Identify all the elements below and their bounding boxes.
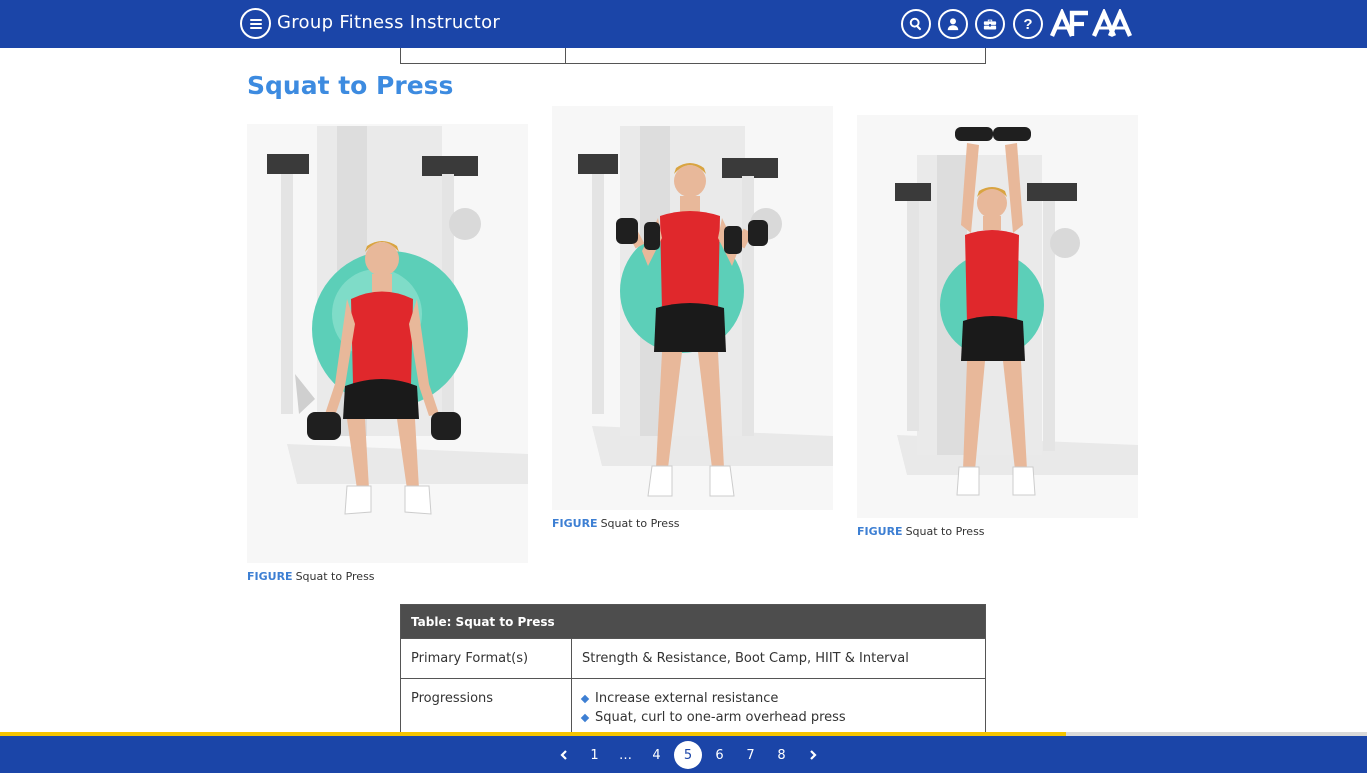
- search-icon[interactable]: [901, 9, 931, 39]
- page-ellipsis: …: [619, 747, 632, 763]
- page-button-4[interactable]: 4: [641, 741, 672, 769]
- exercise-table: Table: Squat to Press Primary Format(s) …: [400, 604, 986, 738]
- list-item: Squat, curl to one-arm overhead press: [580, 710, 975, 725]
- previous-table-fragment: [400, 48, 986, 64]
- pagination: 1 … 4 5 6 7 8: [548, 740, 828, 770]
- toolbox-icon[interactable]: [975, 9, 1005, 39]
- table-row: Primary Format(s) Strength & Resistance,…: [401, 638, 985, 678]
- pagination-bar: 1 … 4 5 6 7 8: [0, 736, 1367, 773]
- top-app-bar: Group Fitness Instructor ?: [0, 0, 1367, 48]
- chevron-right-icon: [809, 750, 817, 760]
- list-item: Increase external resistance: [580, 691, 975, 706]
- figure-caption-squat: FIGURE Squat to Press: [247, 570, 375, 583]
- bullet-diamond-icon: [580, 713, 590, 722]
- bullet-diamond-icon: [580, 694, 590, 703]
- chevron-left-icon: [559, 750, 567, 760]
- user-icon[interactable]: [938, 9, 968, 39]
- table-cell-label: Primary Format(s): [401, 639, 572, 678]
- exercise-photo-curl: [552, 106, 833, 510]
- page-button-6[interactable]: 6: [704, 741, 735, 769]
- figure-caption-press: FIGURE Squat to Press: [857, 525, 985, 538]
- previous-page-button[interactable]: [548, 741, 579, 769]
- page-button-5-current[interactable]: 5: [674, 741, 702, 769]
- page-button-8[interactable]: 8: [766, 741, 797, 769]
- figure-caption-curl: FIGURE Squat to Press: [552, 517, 680, 530]
- page-button-7[interactable]: 7: [735, 741, 766, 769]
- help-icon[interactable]: ?: [1013, 9, 1043, 39]
- table-cell-label: Progressions: [401, 679, 572, 738]
- app-title: Group Fitness Instructor: [277, 12, 501, 33]
- table-title: Table: Squat to Press: [401, 605, 985, 638]
- exercise-photo-squat: [247, 124, 528, 563]
- section-title: Squat to Press: [247, 71, 454, 100]
- next-page-button[interactable]: [797, 741, 828, 769]
- table-cell-list: Increase external resistance Squat, curl…: [572, 679, 985, 738]
- exercise-photo-press: [857, 115, 1138, 518]
- menu-icon[interactable]: [240, 8, 271, 39]
- table-row: Progressions Increase external resistanc…: [401, 678, 985, 738]
- afaa-logo: [1049, 7, 1134, 39]
- page-button-1[interactable]: 1: [579, 741, 610, 769]
- table-cell-value: Strength & Resistance, Boot Camp, HIIT &…: [582, 651, 909, 666]
